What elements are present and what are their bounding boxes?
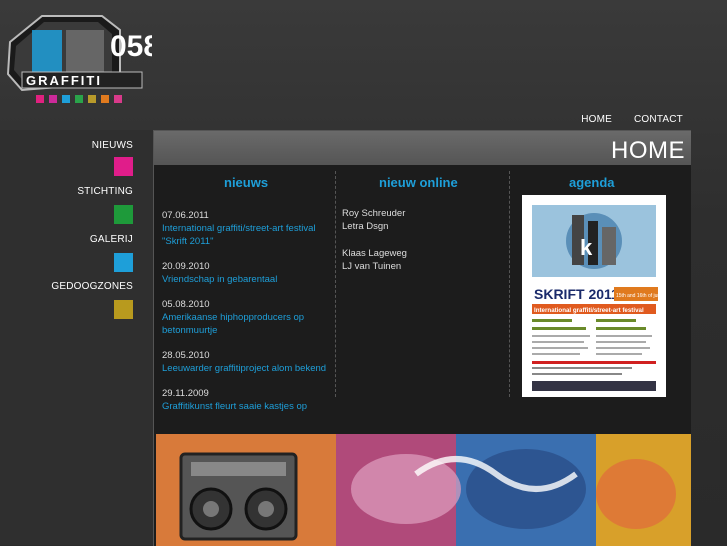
sidenav-item-gedoogzones[interactable]: GEDOOGZONES [0, 281, 133, 292]
online-name[interactable]: Klaas Lageweg [342, 247, 407, 260]
sidenav-item-galerij[interactable]: GALERIJ [53, 234, 133, 245]
news-item: 20.09.2010 Vriendschap in gebarentaal [162, 260, 332, 286]
column-divider [509, 171, 510, 397]
sidenav-label: GALERIJ [89, 234, 133, 245]
sidenav-square-nieuws[interactable] [114, 157, 133, 176]
news-item: 29.11.2009 Graffitikunst fleurt saaie ka… [162, 387, 332, 413]
sidenav-square-gedoogzones[interactable] [114, 300, 133, 319]
logo-graphic: 058 GRAFFITI [6, 15, 160, 92]
column-heading-nieuws: nieuws [224, 175, 269, 190]
color-swatches [36, 95, 122, 103]
swatch [36, 95, 44, 103]
news-date: 05.08.2010 [162, 299, 210, 310]
swatch [88, 95, 96, 103]
sidenav-label: NIEUWS [91, 140, 133, 151]
swatch [62, 95, 70, 103]
page-title-bar: HOME [154, 131, 691, 165]
svg-text:058: 058 [110, 30, 152, 63]
swatch [49, 95, 57, 103]
main-panel: HOME nieuws nieuw online agenda 07.06.20… [153, 130, 691, 546]
column-heading-online: nieuw online [379, 175, 458, 190]
news-list: 07.06.2011 International graffiti/street… [162, 209, 332, 425]
news-date: 20.09.2010 [162, 261, 210, 272]
news-item: 07.06.2011 International graffiti/street… [162, 209, 332, 248]
top-nav: HOME CONTACT [581, 114, 683, 125]
online-group: Klaas Lageweg LJ van Tuinen [342, 247, 407, 273]
online-name[interactable]: LJ van Tuinen [342, 260, 407, 273]
svg-text:SKRIFT 2011: SKRIFT 2011 [534, 286, 619, 302]
sidenav-item-stichting[interactable]: STICHTING [13, 186, 133, 197]
news-item: 28.05.2010 Leeuwarder graffitiproject al… [162, 349, 332, 375]
svg-text:k: k [580, 235, 593, 260]
sidenav-label: STICHTING [77, 186, 133, 197]
news-date: 07.06.2011 [162, 210, 209, 221]
column-heading-agenda: agenda [569, 175, 615, 190]
news-link[interactable]: Amerikaanse hiphopproducers op betonmuur… [162, 311, 332, 337]
sidenav-item-nieuws[interactable]: NIEUWS [53, 140, 133, 151]
svg-text:15th and 16th of june: 15th and 16th of june [616, 293, 663, 299]
nav-contact-link[interactable]: CONTACT [634, 114, 683, 125]
banner-graphic [156, 434, 691, 546]
svg-text:International graffiti/street-: International graffiti/street-art festiv… [534, 307, 644, 314]
poster-graphic: k SKRIFT 2011 15th and 16th of june Inte… [522, 195, 666, 397]
news-link[interactable]: Vriendschap in gebarentaal [162, 273, 332, 286]
online-name[interactable]: Roy Schreuder [342, 207, 407, 220]
graffiti-banner-image [156, 434, 691, 546]
swatch [101, 95, 109, 103]
news-link[interactable]: International graffiti/street-art festiv… [162, 222, 332, 248]
news-item: 05.08.2010 Amerikaanse hiphopproducers o… [162, 298, 332, 337]
sidenav-square-stichting[interactable] [114, 205, 133, 224]
sidenav-square-galerij[interactable] [114, 253, 133, 272]
svg-text:GRAFFITI: GRAFFITI [26, 73, 102, 88]
news-date: 29.11.2009 [162, 388, 209, 399]
sidenav-label: GEDOOGZONES [51, 281, 133, 292]
swatch [75, 95, 83, 103]
online-list: Roy Schreuder Letra Dsgn Klaas Lageweg L… [342, 207, 407, 287]
online-group: Roy Schreuder Letra Dsgn [342, 207, 407, 233]
site-logo[interactable]: 058 GRAFFITI [2, 12, 160, 92]
news-link[interactable]: Leeuwarder graffitiproject alom bekend [162, 362, 332, 375]
swatch [114, 95, 122, 103]
agenda-poster[interactable]: k SKRIFT 2011 15th and 16th of june Inte… [522, 195, 666, 397]
nav-home-link[interactable]: HOME [581, 114, 612, 125]
news-date: 28.05.2010 [162, 350, 210, 361]
news-link[interactable]: Graffitikunst fleurt saaie kastjes op [162, 400, 332, 413]
online-name[interactable]: Letra Dsgn [342, 220, 407, 233]
page-title: HOME [611, 137, 685, 164]
column-divider [335, 171, 336, 397]
